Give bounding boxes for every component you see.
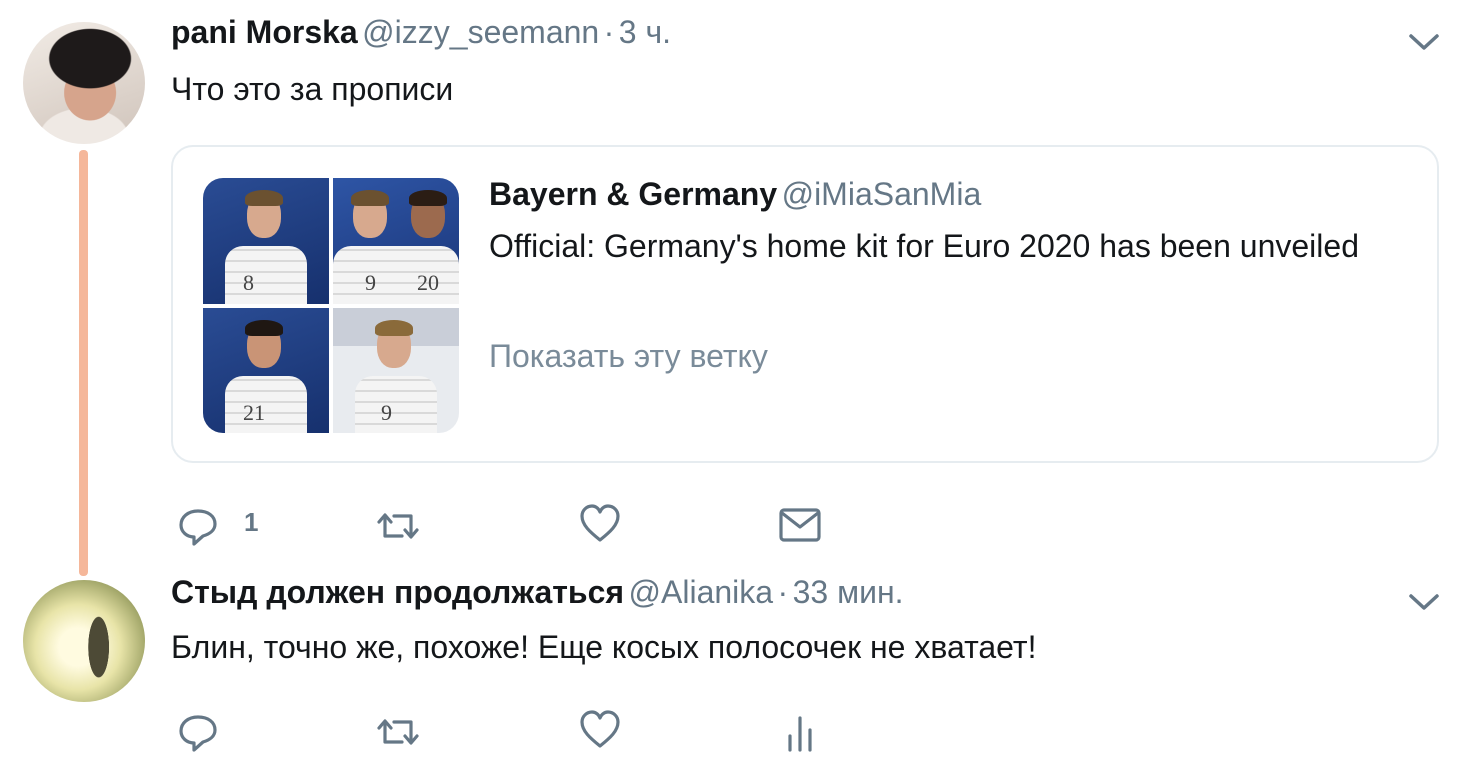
chevron-down-icon[interactable]: [1406, 30, 1442, 54]
tweet1-text: Что это за прописи: [171, 71, 454, 107]
tweet2-timestamp[interactable]: 33 мин.: [793, 574, 904, 610]
dm-icon[interactable]: [778, 504, 822, 548]
jersey-number: 9: [381, 400, 392, 425]
jersey-number: 21: [243, 400, 265, 425]
avatar-pani-morska[interactable]: [23, 22, 145, 144]
retweet-icon[interactable]: [376, 504, 420, 548]
tweet2-author-name[interactable]: Стыд должен продолжаться: [171, 574, 624, 610]
jersey-number: 9: [365, 270, 376, 295]
tweet2-text: Блин, точно же, похоже! Еще косых полосо…: [171, 629, 1037, 665]
media-photo-3[interactable]: 21: [203, 308, 329, 433]
jersey-number: 20: [417, 270, 439, 295]
media-photo-4[interactable]: 9: [333, 308, 459, 433]
like-icon[interactable]: [578, 502, 622, 546]
quoted-text: Official: Germany's home kit for Euro 20…: [489, 228, 1359, 264]
analytics-icon[interactable]: [782, 712, 826, 756]
reply-icon[interactable]: [176, 504, 220, 548]
media-photo-2[interactable]: 9 20: [333, 178, 459, 304]
quoted-author-handle: @iMiaSanMia: [781, 176, 982, 212]
tweet1-separator: ·: [603, 14, 615, 50]
reply-count: 1: [244, 507, 259, 537]
retweet-icon[interactable]: [376, 710, 420, 754]
thread-line: [79, 150, 88, 576]
tweet2-separator: ·: [777, 574, 789, 610]
tweet1-timestamp[interactable]: 3 ч.: [619, 14, 671, 50]
show-thread-link[interactable]: Показать эту ветку: [489, 338, 768, 375]
like-icon[interactable]: [578, 708, 622, 752]
jersey-number: 8: [243, 270, 254, 295]
quoted-media-grid[interactable]: 8 9 20 21 9: [203, 178, 459, 433]
quoted-author-name: Bayern & Germany: [489, 176, 778, 212]
tweet2-header: Стыд должен продолжаться @Alianika · 33 …: [171, 574, 904, 611]
reply-icon[interactable]: [176, 710, 220, 754]
media-photo-1[interactable]: 8: [203, 178, 329, 304]
avatar-alianika[interactable]: [23, 580, 145, 702]
tweet1-author-name[interactable]: pani Morska: [171, 14, 358, 50]
tweet2-author-handle[interactable]: @Alianika: [629, 574, 774, 610]
quoted-header: Bayern & Germany @iMiaSanMia: [489, 176, 981, 213]
tweet1-author-handle[interactable]: @izzy_seemann: [362, 14, 599, 50]
chevron-down-icon[interactable]: [1406, 590, 1442, 614]
tweet1-header: pani Morska @izzy_seemann · 3 ч.: [171, 14, 671, 51]
